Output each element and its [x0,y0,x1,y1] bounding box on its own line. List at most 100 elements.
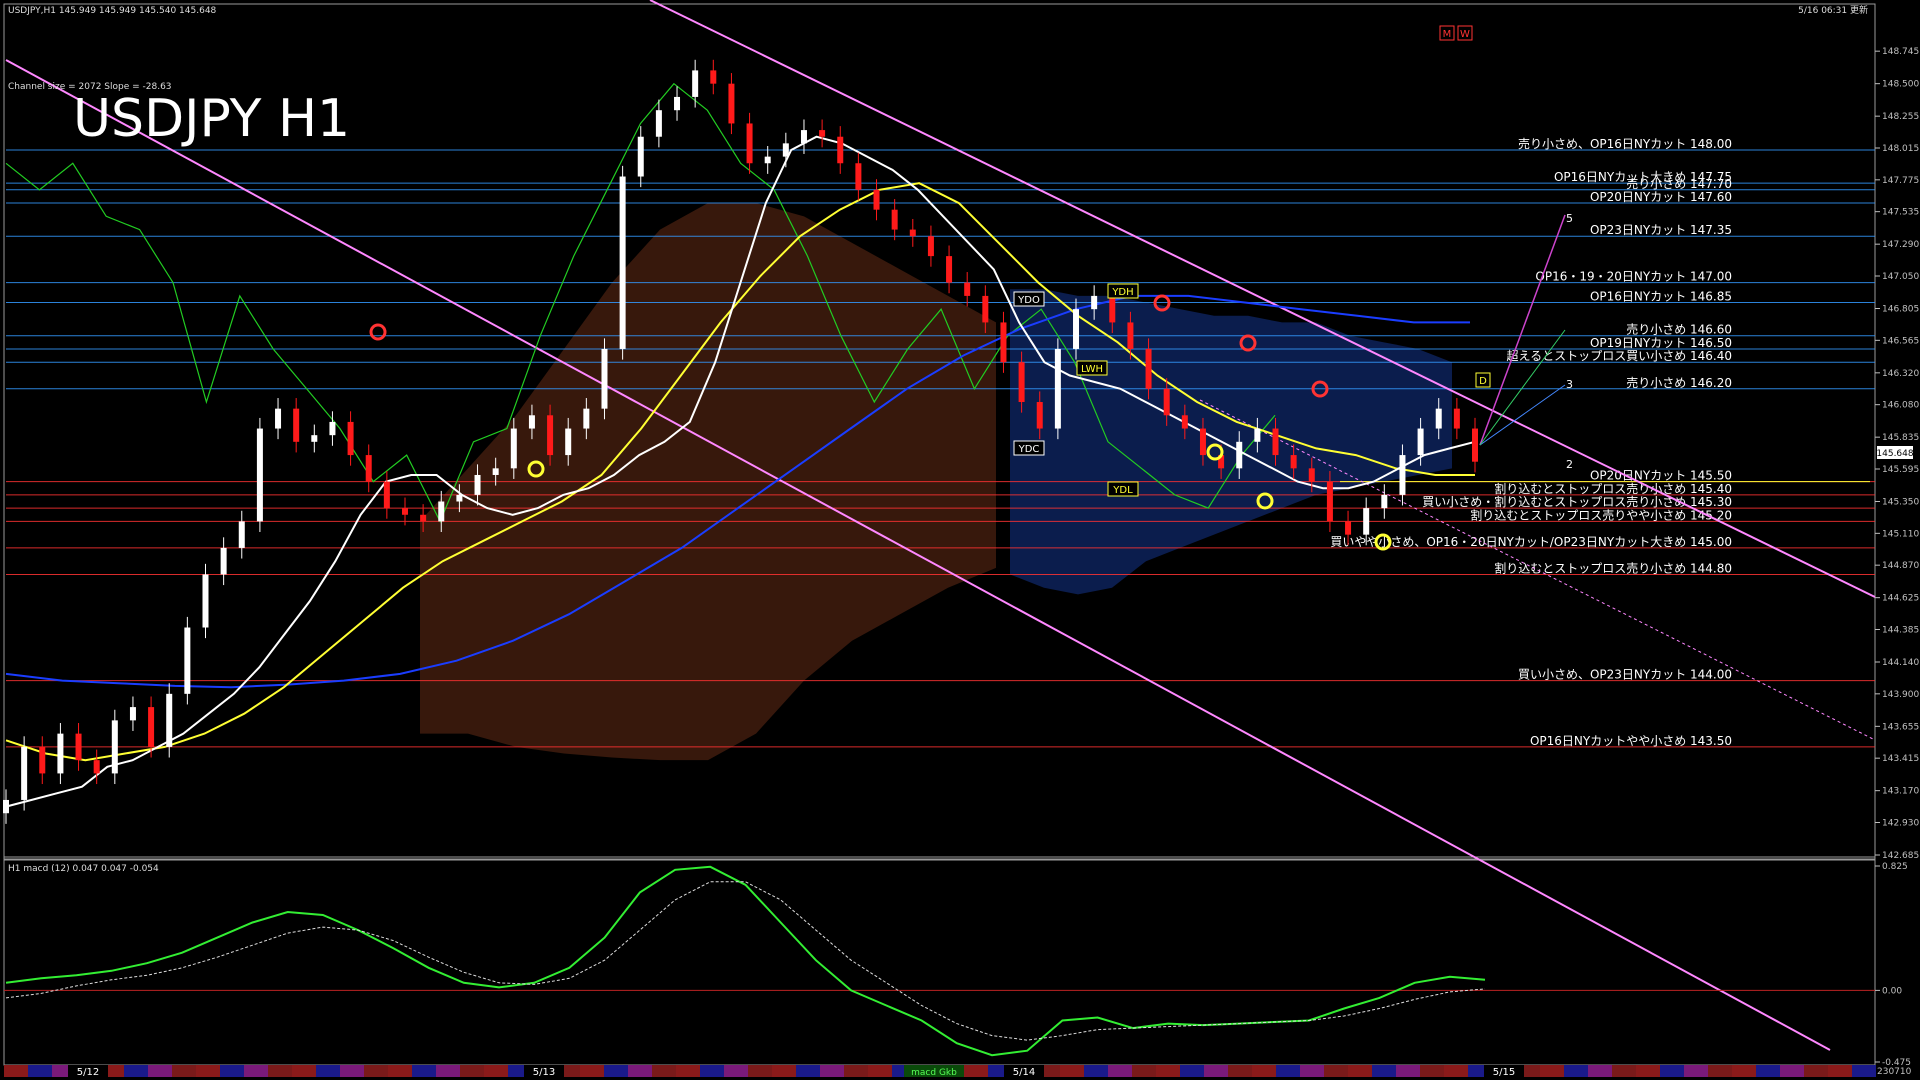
candle-body [601,348,608,409]
candle-body [1199,428,1206,456]
candle-body [946,256,953,283]
candle-body [655,110,662,137]
candle-body [1236,441,1243,469]
session-segment [820,1065,844,1077]
price-tick-label: 143.655 [1882,722,1919,732]
candle-body [202,574,209,628]
price-tick-label: 143.900 [1882,690,1919,700]
wave-label: 3 [1566,378,1573,391]
session-segment [1564,1065,1588,1077]
session-segment [1324,1065,1348,1077]
candle-body [1181,415,1188,429]
price-tick-label: 147.535 [1882,208,1919,218]
session-segment [1372,1065,1396,1077]
level-label: 売り小さめ 146.20 [1626,375,1732,390]
session-segment [1828,1065,1852,1077]
session-segment [868,1065,892,1077]
price-tick-label: 146.080 [1882,401,1919,411]
session-segment [652,1065,676,1077]
candle-body [492,468,499,475]
candle-body [891,209,898,230]
session-segment [1108,1065,1132,1077]
candle-body [1472,428,1478,462]
session-segment [220,1065,244,1077]
price-tick-label: 145.835 [1882,433,1919,443]
candle-body [75,733,82,761]
candle-body [401,508,408,515]
candle-body [637,136,644,177]
level-label: OP20日NYカット 147.60 [1590,190,1732,204]
candle-body [547,415,554,456]
session-segment [1804,1065,1828,1077]
session-segment [1756,1065,1780,1077]
macd-tick-label: 0.00 [1882,986,1902,996]
session-segment [364,1065,388,1077]
price-tick-label: 148.015 [1882,144,1919,154]
level-label: 買い小さめ・割り込むとストップロス売り小さめ 145.30 [1422,494,1732,509]
candle-body [93,760,100,774]
level-label: OP16日NYカットやや小さめ 143.50 [1530,734,1732,748]
session-segment [1660,1065,1684,1077]
candle-body [510,428,517,469]
price-tick-label: 147.775 [1882,176,1919,186]
price-tick-label: 145.595 [1882,465,1919,475]
candle-body [1453,408,1460,429]
level-label: 割り込むとストップロス売り小さめ 145.40 [1494,481,1732,496]
level-label: OP23日NYカット 147.35 [1590,223,1732,237]
session-segment [1204,1065,1228,1077]
session-segment [1084,1065,1108,1077]
price-tick-label: 144.140 [1882,658,1919,668]
session-segment [1612,1065,1636,1077]
candle-body [1381,494,1388,509]
candle-body [420,514,427,522]
candle-body [293,408,300,442]
candle-body [528,415,535,429]
session-segment [724,1065,748,1077]
marker-label: LWH [1081,364,1103,375]
price-tick-label: 145.110 [1882,529,1919,539]
level-label: 超えるとストップロス買い小さめ 146.40 [1507,348,1732,363]
session-segment [580,1065,604,1077]
candle-body [347,421,354,456]
candle-body [1272,428,1279,456]
session-segment [340,1065,364,1077]
candle-body [1054,348,1061,429]
macd-bottom-right: 230710 [1877,1067,1912,1077]
candle-body [1091,295,1098,310]
level-label: OP19日NYカット 146.50 [1590,336,1732,350]
price-tick-label: 144.625 [1882,594,1919,604]
candle-body [474,474,481,495]
marker-label: YDH [1111,287,1133,298]
big-title: USDJPY H1 [73,89,350,149]
price-tick-label: 142.685 [1882,851,1919,861]
session-segment [1276,1065,1300,1077]
session-segment [148,1065,172,1077]
candle-body [619,176,626,349]
session-segment [316,1065,340,1077]
session-segment [1684,1065,1708,1077]
marker-label: YDO [1017,295,1040,306]
candle-body [1326,481,1333,522]
level-label: 売り小さめ、OP16日NYカット 148.00 [1518,136,1732,151]
date-axis-layer: 5/125/135/145/155/165/175/18macd Gkb [4,1065,1876,1078]
candle-body [3,799,9,814]
chart-canvas: 売り小さめ、OP16日NYカット 148.00OP16日NYカット大きめ 147… [0,0,1920,1080]
candle-body [365,455,372,482]
level-label: 売り小さめ 146.60 [1626,322,1732,337]
candle-body [1308,468,1315,482]
price-tick-label: 148.255 [1882,112,1919,122]
session-segment [460,1065,484,1077]
session-segment [628,1065,652,1077]
level-label: 買い小さめ、OP23日NYカット 144.00 [1518,668,1732,682]
session-segment [412,1065,436,1077]
candle-body [909,229,916,237]
current-price-label: 145.648 [1876,449,1913,459]
candle-body [238,521,245,548]
session-segment [604,1065,628,1077]
session-segment [1132,1065,1156,1077]
candle-body [1127,322,1134,349]
price-tick-label: 146.805 [1882,305,1919,315]
marker-label: W [1460,29,1470,40]
candle-body [746,123,753,164]
candle-body [1435,408,1442,429]
